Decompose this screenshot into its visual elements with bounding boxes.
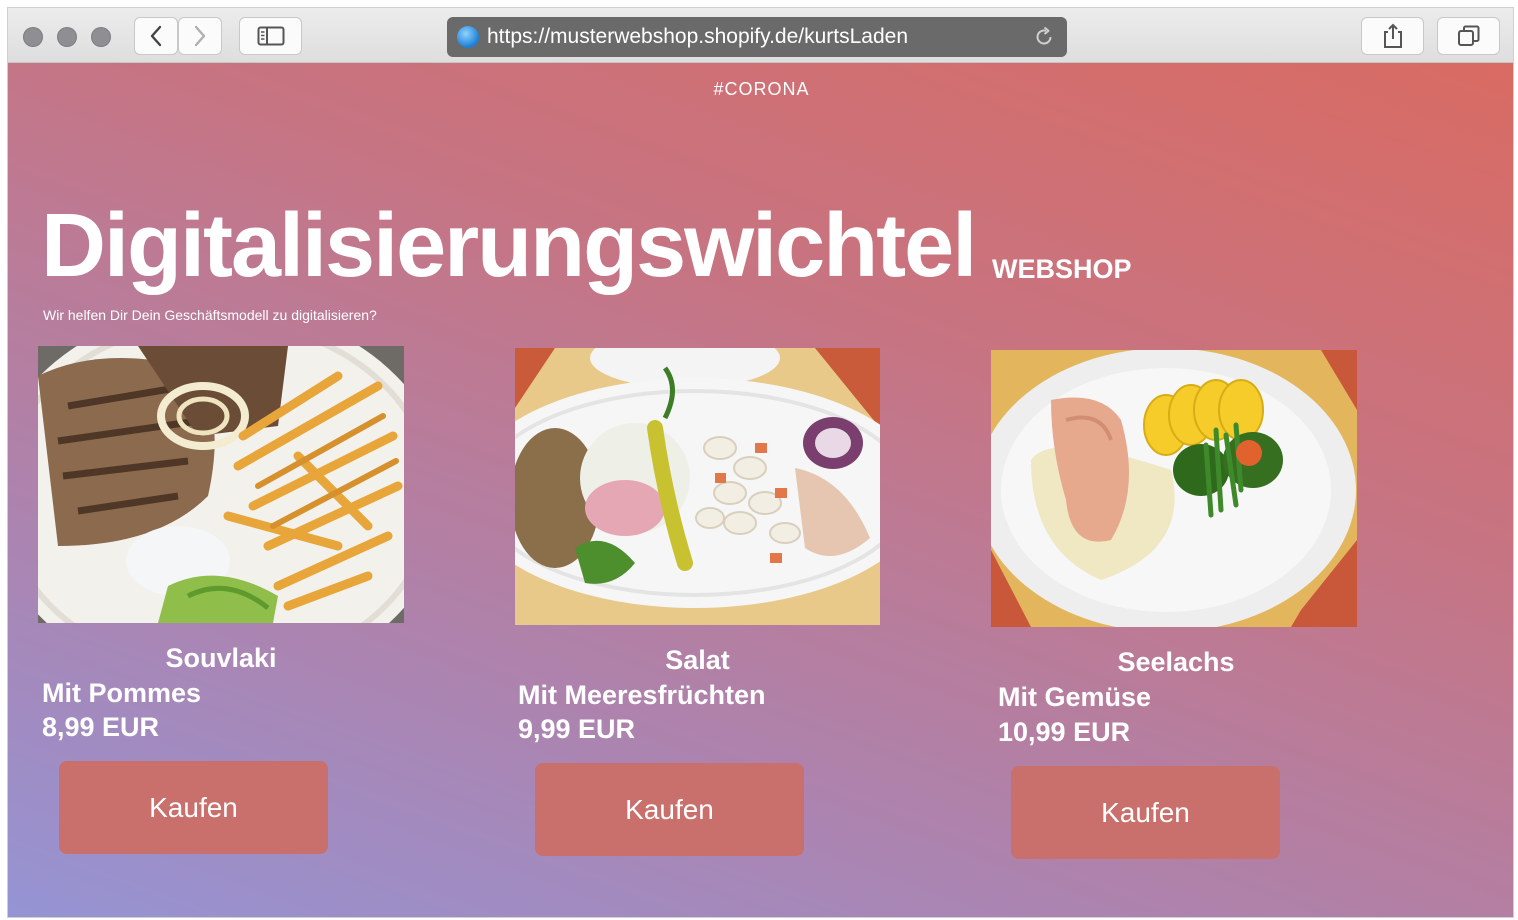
product-description: Mit Pommes — [42, 678, 202, 708]
product-price: 9,99 EUR — [518, 714, 636, 744]
buy-button[interactable]: Kaufen — [1011, 766, 1280, 859]
zoom-window-button[interactable] — [91, 27, 111, 47]
page-title-suffix: WEBSHOP — [992, 254, 1132, 284]
sidebar-icon — [257, 26, 284, 46]
product-image-seelachs[interactable] — [991, 350, 1357, 627]
chevron-left-icon — [150, 25, 162, 47]
minimize-window-button[interactable] — [57, 27, 77, 47]
product-description: Mit Gemüse — [998, 682, 1152, 712]
url-text[interactable]: https://musterwebshop.shopify.de/kurtsLa… — [487, 25, 908, 49]
buy-button[interactable]: Kaufen — [59, 761, 328, 854]
browser-window: https://musterwebshop.shopify.de/kurtsLa… — [7, 7, 1514, 918]
hashtag-label: #CORONA — [713, 79, 810, 99]
globe-icon — [457, 26, 479, 48]
reload-icon[interactable] — [1033, 26, 1055, 48]
share-button[interactable] — [1361, 17, 1424, 55]
browser-toolbar: https://musterwebshop.shopify.de/kurtsLa… — [8, 8, 1513, 63]
product-description: Mit Meeresfrüchten — [518, 680, 766, 710]
page-content: #CORONA Digitalisierungswichtel WEBSHOP … — [8, 63, 1513, 917]
chevron-right-icon — [194, 25, 206, 47]
product-image-souvlaki[interactable] — [38, 346, 404, 623]
product-price: 10,99 EUR — [998, 717, 1131, 747]
page-title: Digitalisierungswichtel — [41, 196, 977, 296]
tabs-icon — [1457, 25, 1479, 46]
product-name: Salat — [665, 645, 730, 675]
buy-button[interactable]: Kaufen — [535, 763, 804, 856]
close-window-button[interactable] — [23, 27, 43, 47]
product-price: 8,99 EUR — [42, 712, 160, 742]
address-bar[interactable]: https://musterwebshop.shopify.de/kurtsLa… — [447, 17, 1067, 57]
share-icon — [1383, 23, 1402, 48]
tabs-overview-button[interactable] — [1437, 17, 1500, 55]
product-image-salat[interactable] — [515, 348, 880, 625]
tagline: Wir helfen Dir Dein Geschäftsmodell zu d… — [43, 307, 377, 323]
sidebar-toggle-button[interactable] — [239, 17, 302, 55]
back-button[interactable] — [134, 17, 178, 55]
forward-button[interactable] — [178, 17, 222, 55]
product-name: Souvlaki — [165, 643, 277, 673]
product-name: Seelachs — [1117, 647, 1235, 677]
